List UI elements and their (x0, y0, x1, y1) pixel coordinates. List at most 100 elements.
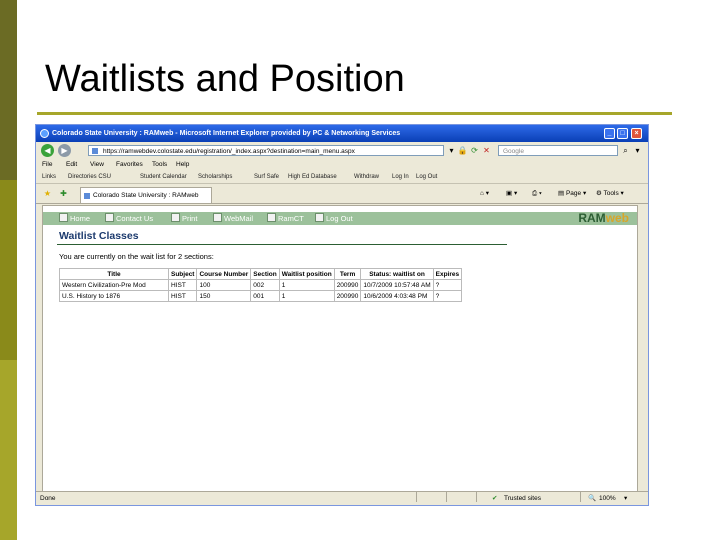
menu-file[interactable]: File (42, 159, 52, 171)
search-input[interactable]: Google (498, 145, 618, 156)
logo-web: web (605, 211, 629, 225)
table-row: Western Civilization-Pre Mod HIST 100 00… (59, 279, 463, 291)
close-icon[interactable]: × (631, 128, 642, 139)
slide-title: Waitlists and Position (45, 58, 405, 100)
search-options-icon[interactable]: ▾ (632, 145, 643, 156)
page-menu[interactable]: ▤ Page ▾ (558, 188, 586, 200)
sidebar-band-bottom (0, 360, 17, 540)
cell-status: 10/6/2009 4:03:48 PM (360, 290, 434, 302)
ramweb-logo: RAMweb (578, 212, 629, 225)
nav-ramct-label: RamCT (278, 214, 304, 223)
intro-text: You are currently on the wait list for 2… (59, 252, 214, 261)
print-nav-icon (171, 213, 180, 222)
favorites-star-icon[interactable]: ★ (42, 188, 53, 199)
link-surf-safe[interactable]: Surf Safe (254, 171, 279, 183)
browser-screenshot: Colorado State University : RAMweb - Mic… (35, 124, 649, 506)
nav-log-out[interactable]: Log Out (315, 212, 353, 225)
nav-print-label: Print (182, 214, 198, 223)
print-icon[interactable]: ⎙ ▾ (532, 188, 542, 200)
col-status: Status: waitlist on (360, 268, 434, 280)
mail-icon (213, 213, 222, 222)
links-label: Links (42, 174, 57, 180)
window-titlebar: Colorado State University : RAMweb - Mic… (36, 125, 648, 142)
zone-text: Trusted sites (504, 495, 541, 502)
ie-icon (40, 129, 49, 138)
col-term: Term (333, 268, 362, 280)
status-divider (580, 492, 581, 502)
search-icon[interactable]: ⌕ (620, 145, 631, 156)
link-directories[interactable]: Directories CSU (68, 171, 111, 183)
cell-section: 001 (250, 290, 280, 302)
nav-webmail[interactable]: WebMail (213, 212, 253, 225)
feeds-icon[interactable]: ▣ ▾ (506, 188, 517, 200)
page-menu-label: Page (565, 190, 582, 197)
tools-menu[interactable]: ⚙ Tools ▾ (596, 188, 624, 200)
cell-waitlist-position: 1 (278, 279, 335, 291)
cell-title: Western Civilization-Pre Mod (59, 279, 169, 291)
cell-title: U.S. History to 1876 (59, 290, 169, 302)
cell-subject: HIST (167, 290, 198, 302)
cell-section: 002 (250, 279, 280, 291)
minimize-icon[interactable]: _ (604, 128, 615, 139)
status-text: Done (40, 495, 56, 502)
nav-contact-us[interactable]: Contact Us (105, 212, 153, 225)
nav-contact-label: Contact Us (116, 214, 154, 223)
zoom-icon[interactable]: 🔍 (588, 492, 596, 505)
zoom-level[interactable]: 100% (599, 492, 616, 505)
col-title: Title (59, 268, 169, 280)
add-favorite-icon[interactable]: ✚ (58, 188, 69, 199)
home-icon[interactable]: ⌂ ▾ (480, 188, 489, 200)
cell-course-number: 150 (196, 290, 252, 302)
nav-print[interactable]: Print (171, 212, 197, 225)
ramweb-nav-bar: Home Contact Us Print WebMail RamCT Log … (43, 212, 637, 225)
contact-icon (105, 213, 114, 222)
stop-icon[interactable]: ✕ (481, 145, 492, 156)
sidebar-band-top (0, 0, 17, 180)
tab-ramweb[interactable]: Colorado State University : RAMweb (80, 187, 212, 203)
forward-icon[interactable]: ▶ (58, 144, 71, 157)
address-row: ◀ ▶ https://ramwebdev.colostate.edu/regi… (36, 142, 648, 159)
tools-menu-label: Tools (603, 190, 619, 197)
menu-tools[interactable]: Tools (152, 159, 167, 171)
address-bar[interactable]: https://ramwebdev.colostate.edu/registra… (88, 145, 444, 156)
nav-ramct[interactable]: RamCT (267, 212, 304, 225)
link-high-ed[interactable]: High Ed Database (288, 171, 337, 183)
page-icon (92, 148, 98, 154)
status-bar: Done ✔ Trusted sites 🔍 100% ▾ (36, 491, 648, 505)
waitlist-table: Title Subject Course Number Section Wait… (59, 268, 463, 302)
nav-webmail-label: WebMail (224, 214, 254, 223)
table-row: U.S. History to 1876 HIST 150 001 1 2009… (59, 290, 463, 302)
tab-title: Colorado State University : RAMweb (93, 192, 199, 199)
cell-status: 10/7/2009 10:57:48 AM (360, 279, 434, 291)
maximize-icon[interactable]: □ (617, 128, 628, 139)
logout-icon (315, 213, 324, 222)
menu-edit[interactable]: Edit (66, 159, 77, 171)
menu-favorites[interactable]: Favorites (116, 159, 143, 171)
link-student-calendar[interactable]: Student Calendar (140, 171, 187, 183)
refresh-icon[interactable]: ⟳ (469, 145, 480, 156)
tab-page-icon (84, 193, 90, 199)
menu-help[interactable]: Help (176, 159, 189, 171)
link-scholarships[interactable]: Scholarships (198, 171, 232, 183)
lock-icon[interactable]: 🔒 (457, 145, 468, 156)
links-bar: Links Directories CSU Student Calendar S… (36, 171, 648, 184)
menu-bar: File Edit View Favorites Tools Help (36, 159, 648, 171)
link-withdraw[interactable]: Withdraw (354, 171, 379, 183)
dropdown-icon[interactable]: ▾ (446, 145, 457, 156)
logo-ram: RAM (578, 211, 606, 225)
zoom-dropdown-icon[interactable]: ▾ (624, 492, 627, 505)
link-log-in[interactable]: Log In (392, 171, 409, 183)
cell-course-number: 100 (196, 279, 252, 291)
page-content: Home Contact Us Print WebMail RamCT Log … (42, 205, 638, 493)
nav-home[interactable]: Home (59, 212, 90, 225)
status-divider (476, 492, 477, 502)
back-icon[interactable]: ◀ (41, 144, 54, 157)
trusted-check-icon: ✔ (492, 495, 498, 502)
link-log-out[interactable]: Log Out (416, 171, 437, 183)
cell-waitlist-position: 1 (278, 290, 335, 302)
home-nav-icon (59, 213, 68, 222)
status-divider (416, 492, 417, 502)
table-header-row: Title Subject Course Number Section Wait… (59, 268, 463, 280)
menu-view[interactable]: View (90, 159, 104, 171)
cell-expires: ? (432, 279, 463, 291)
